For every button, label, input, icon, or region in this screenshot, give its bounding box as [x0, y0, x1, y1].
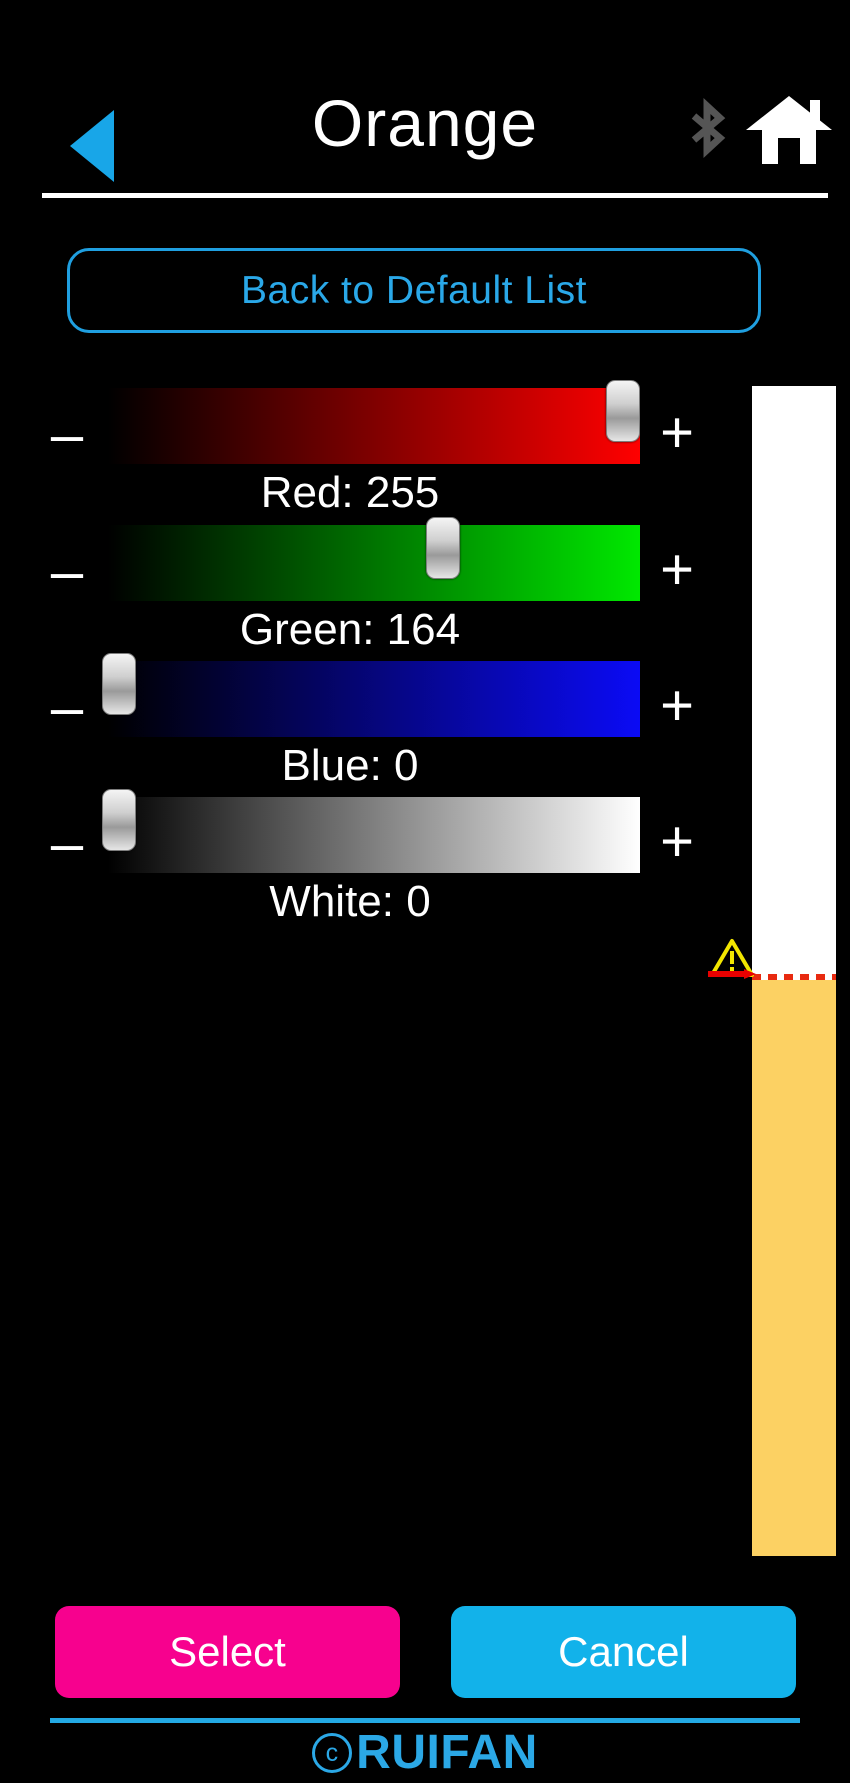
blue-slider-track[interactable]: [102, 653, 640, 737]
green-increment-button[interactable]: +: [650, 532, 704, 608]
red-value-label: Red: 255: [260, 468, 440, 517]
blue-increment-button[interactable]: +: [650, 668, 704, 744]
back-to-default-list-button[interactable]: Back to Default List: [67, 248, 761, 333]
cancel-button[interactable]: Cancel: [451, 1606, 796, 1698]
brand-name: RUIFAN: [356, 1726, 538, 1779]
preview-upper-segment: [752, 386, 836, 976]
green-decrement-button[interactable]: –: [40, 534, 94, 610]
color-preview-bar: [752, 386, 836, 1556]
blue-decrement-button[interactable]: –: [40, 670, 94, 746]
blue-value-label: Blue: 0: [281, 741, 419, 790]
footer-divider: [50, 1718, 800, 1723]
slider-row-white: – + White: 0: [0, 789, 850, 947]
red-slider-thumb[interactable]: [606, 380, 640, 442]
copyright-icon: c: [312, 1732, 353, 1773]
green-value-label: Green: 164: [239, 605, 461, 654]
green-slider-thumb[interactable]: [426, 517, 460, 579]
white-increment-button[interactable]: +: [650, 804, 704, 880]
white-decrement-button[interactable]: –: [40, 806, 94, 882]
color-picker-screen: Orange Back to Default List – + Red: 255…: [0, 0, 850, 1783]
white-value-label: White: 0: [269, 877, 431, 926]
red-arrow-icon: [708, 969, 756, 979]
header-bar: Orange: [0, 0, 850, 198]
green-slider-track[interactable]: [108, 517, 640, 601]
home-icon[interactable]: [746, 94, 832, 164]
blue-slider-thumb[interactable]: [102, 653, 136, 715]
slider-row-red: – + Red: 255: [0, 380, 850, 538]
red-decrement-button[interactable]: –: [40, 397, 94, 473]
white-slider-thumb[interactable]: [102, 789, 136, 851]
header-divider: [42, 193, 828, 198]
red-increment-button[interactable]: +: [650, 395, 704, 471]
preview-lower-segment: [752, 980, 836, 1556]
bluetooth-icon[interactable]: [684, 90, 730, 166]
white-slider-track[interactable]: [102, 789, 640, 873]
footer-brand: c RUIFAN: [0, 1725, 850, 1780]
select-button[interactable]: Select: [55, 1606, 400, 1698]
red-slider-track[interactable]: [108, 380, 640, 464]
